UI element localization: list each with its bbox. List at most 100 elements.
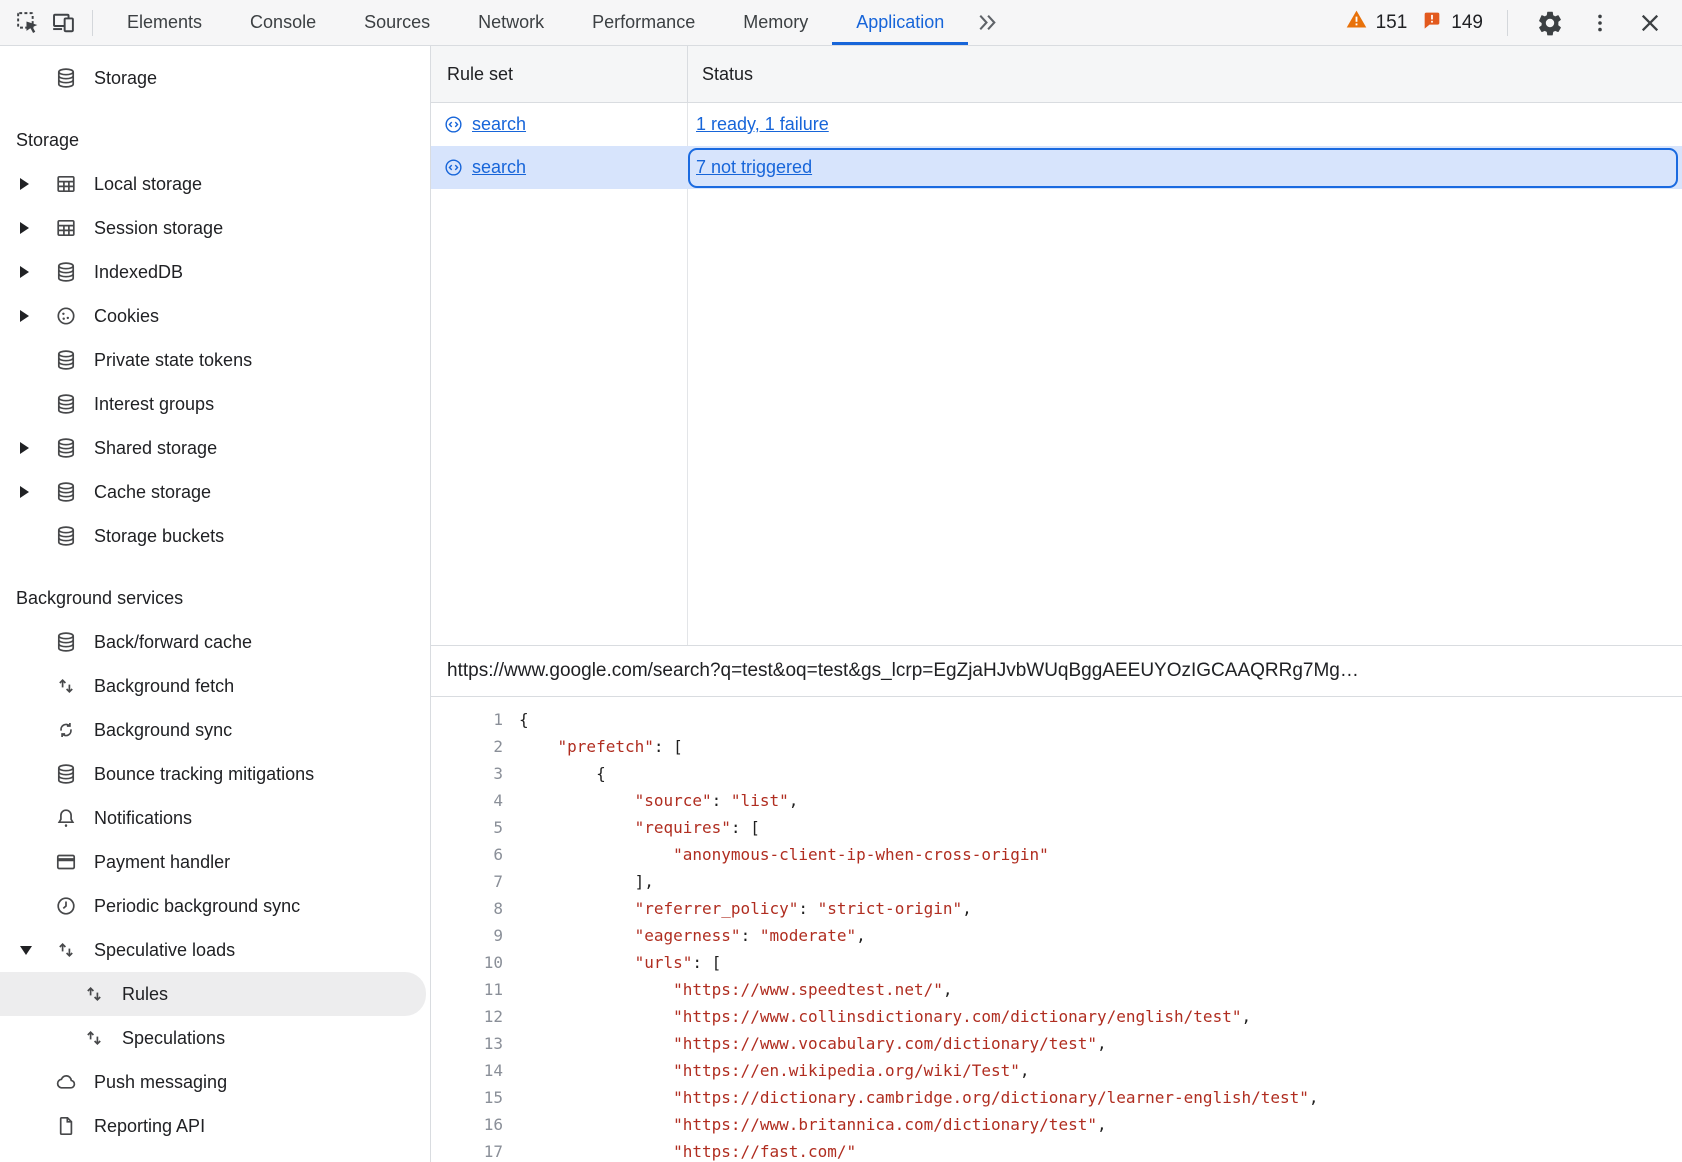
tab-elements[interactable]: Elements xyxy=(103,0,226,45)
code-line: 5 "requires": [ xyxy=(431,814,1682,841)
rule-set-row[interactable]: search 7 not triggered xyxy=(431,146,1682,189)
sidebar-item-background-fetch[interactable]: Background fetch xyxy=(0,664,430,708)
code-line: 17 "https://fast.com/" xyxy=(431,1138,1682,1162)
status-cell-focused: 7 not triggered xyxy=(688,148,1678,188)
close-devtools-button[interactable] xyxy=(1632,5,1668,41)
code-line: 8 "referrer_policy": "strict-origin", xyxy=(431,895,1682,922)
code-line: 7 ], xyxy=(431,868,1682,895)
database-icon xyxy=(54,630,78,654)
rule-set-column-filler xyxy=(431,189,688,645)
status-cell: 1 ready, 1 failure xyxy=(688,103,1682,146)
sidebar-item-label: Speculations xyxy=(122,1028,225,1049)
database-icon xyxy=(54,260,78,284)
sidebar-item-background-sync[interactable]: Background sync xyxy=(0,708,430,752)
warnings-counter[interactable]: 151 xyxy=(1345,8,1408,37)
devtools-content: StorageStorageLocal storageSession stora… xyxy=(0,46,1682,1162)
tree-expander-expanded[interactable] xyxy=(20,946,54,955)
updown-icon xyxy=(82,1026,106,1050)
toolbar-right-controls: 151 149 xyxy=(1345,5,1682,41)
issues-counter[interactable]: 149 xyxy=(1421,9,1483,37)
sidebar-item-label: Speculative loads xyxy=(94,940,235,961)
code-line: 6 "anonymous-client-ip-when-cross-origin… xyxy=(431,841,1682,868)
column-header-rule-set: Rule set xyxy=(431,46,688,102)
code-circle-icon xyxy=(443,114,464,135)
document-icon xyxy=(54,1114,78,1138)
rule-set-link[interactable]: search xyxy=(472,157,526,178)
sidebar-item-private-state-tokens[interactable]: Private state tokens xyxy=(0,338,430,382)
sidebar-item-push-messaging[interactable]: Push messaging xyxy=(0,1060,430,1104)
sidebar-item-label: Storage xyxy=(94,68,157,89)
devtools-toolbar: ElementsConsoleSourcesNetworkPerformance… xyxy=(0,0,1682,46)
sidebar-item-session-storage[interactable]: Session storage xyxy=(0,206,430,250)
code-line: 12 "https://www.collinsdictionary.com/di… xyxy=(431,1003,1682,1030)
toolbar-divider xyxy=(92,10,93,36)
toolbar-divider xyxy=(1507,10,1508,36)
tree-expander-collapsed[interactable] xyxy=(20,310,54,322)
code-line-content: "urls": [ xyxy=(503,949,721,976)
inspect-element-button[interactable] xyxy=(10,5,46,41)
tab-memory[interactable]: Memory xyxy=(719,0,832,45)
database-icon xyxy=(54,392,78,416)
sidebar-item-indexeddb[interactable]: IndexedDB xyxy=(0,250,430,294)
sidebar-item-label: Session storage xyxy=(94,218,223,239)
line-number: 7 xyxy=(431,868,503,895)
rule-set-row[interactable]: search 1 ready, 1 failure xyxy=(431,103,1682,146)
sidebar-item-periodic-background-sync[interactable]: Periodic background sync xyxy=(0,884,430,928)
sidebar-item-cookies[interactable]: Cookies xyxy=(0,294,430,338)
sidebar-item-cache-storage[interactable]: Cache storage xyxy=(0,470,430,514)
sidebar-item-speculations[interactable]: Speculations xyxy=(0,1016,430,1060)
sidebar-item-label: Background fetch xyxy=(94,676,234,697)
sidebar-item-label: Push messaging xyxy=(94,1072,227,1093)
tree-expander-collapsed[interactable] xyxy=(20,178,54,190)
sidebar-item-payment-handler[interactable]: Payment handler xyxy=(0,840,430,884)
sidebar-item-label: Shared storage xyxy=(94,438,217,459)
tree-expander-collapsed[interactable] xyxy=(20,222,54,234)
more-options-button[interactable] xyxy=(1582,5,1618,41)
speculative-loads-panel: Rule set Status search1 ready, 1 failure… xyxy=(431,46,1682,1162)
rule-set-link[interactable]: search xyxy=(472,114,526,135)
code-line-content: "anonymous-client-ip-when-cross-origin" xyxy=(503,841,1049,868)
kebab-menu-icon xyxy=(1588,11,1612,35)
status-link[interactable]: 1 ready, 1 failure xyxy=(696,114,829,135)
sidebar-item-speculative-loads[interactable]: Speculative loads xyxy=(0,928,430,972)
code-line: 11 "https://www.speedtest.net/", xyxy=(431,976,1682,1003)
sidebar-item-local-storage[interactable]: Local storage xyxy=(0,162,430,206)
card-icon xyxy=(54,850,78,874)
updown-icon xyxy=(54,938,78,962)
tree-expander-collapsed[interactable] xyxy=(20,486,54,498)
sidebar-item-storage[interactable]: Storage xyxy=(0,56,430,100)
code-line-content: "prefetch": [ xyxy=(503,733,683,760)
sidebar-item-label: Back/forward cache xyxy=(94,632,252,653)
line-number: 14 xyxy=(431,1057,503,1084)
sidebar-item-shared-storage[interactable]: Shared storage xyxy=(0,426,430,470)
sidebar-item-label: IndexedDB xyxy=(94,262,183,283)
sidebar-item-reporting-api[interactable]: Reporting API xyxy=(0,1104,430,1148)
sidebar-item-interest-groups[interactable]: Interest groups xyxy=(0,382,430,426)
sidebar-item-label: Local storage xyxy=(94,174,202,195)
tree-expander-collapsed[interactable] xyxy=(20,442,54,454)
more-tabs-button[interactable] xyxy=(968,5,1004,41)
code-line-content: { xyxy=(503,706,529,733)
sidebar-item-storage-buckets[interactable]: Storage buckets xyxy=(0,514,430,558)
code-line: 14 "https://en.wikipedia.org/wiki/Test", xyxy=(431,1057,1682,1084)
tree-expander-collapsed[interactable] xyxy=(20,266,54,278)
sidebar-item-back-forward-cache[interactable]: Back/forward cache xyxy=(0,620,430,664)
updown-icon xyxy=(54,674,78,698)
sidebar-item-label: Storage buckets xyxy=(94,526,224,547)
status-link[interactable]: 7 not triggered xyxy=(696,157,812,178)
device-toolbar-icon xyxy=(51,10,77,36)
tab-application[interactable]: Application xyxy=(832,0,968,45)
sidebar-item-notifications[interactable]: Notifications xyxy=(0,796,430,840)
code-line-content: "requires": [ xyxy=(503,814,760,841)
tab-performance[interactable]: Performance xyxy=(568,0,719,45)
code-line-content: { xyxy=(503,760,606,787)
sidebar-item-bounce-tracking-mitigations[interactable]: Bounce tracking mitigations xyxy=(0,752,430,796)
tab-sources[interactable]: Sources xyxy=(340,0,454,45)
device-toolbar-button[interactable] xyxy=(46,5,82,41)
code-line-content: "eagerness": "moderate", xyxy=(503,922,866,949)
tab-network[interactable]: Network xyxy=(454,0,568,45)
code-line: 9 "eagerness": "moderate", xyxy=(431,922,1682,949)
tab-console[interactable]: Console xyxy=(226,0,340,45)
sidebar-item-rules[interactable]: Rules xyxy=(0,972,426,1016)
settings-button[interactable] xyxy=(1532,5,1568,41)
